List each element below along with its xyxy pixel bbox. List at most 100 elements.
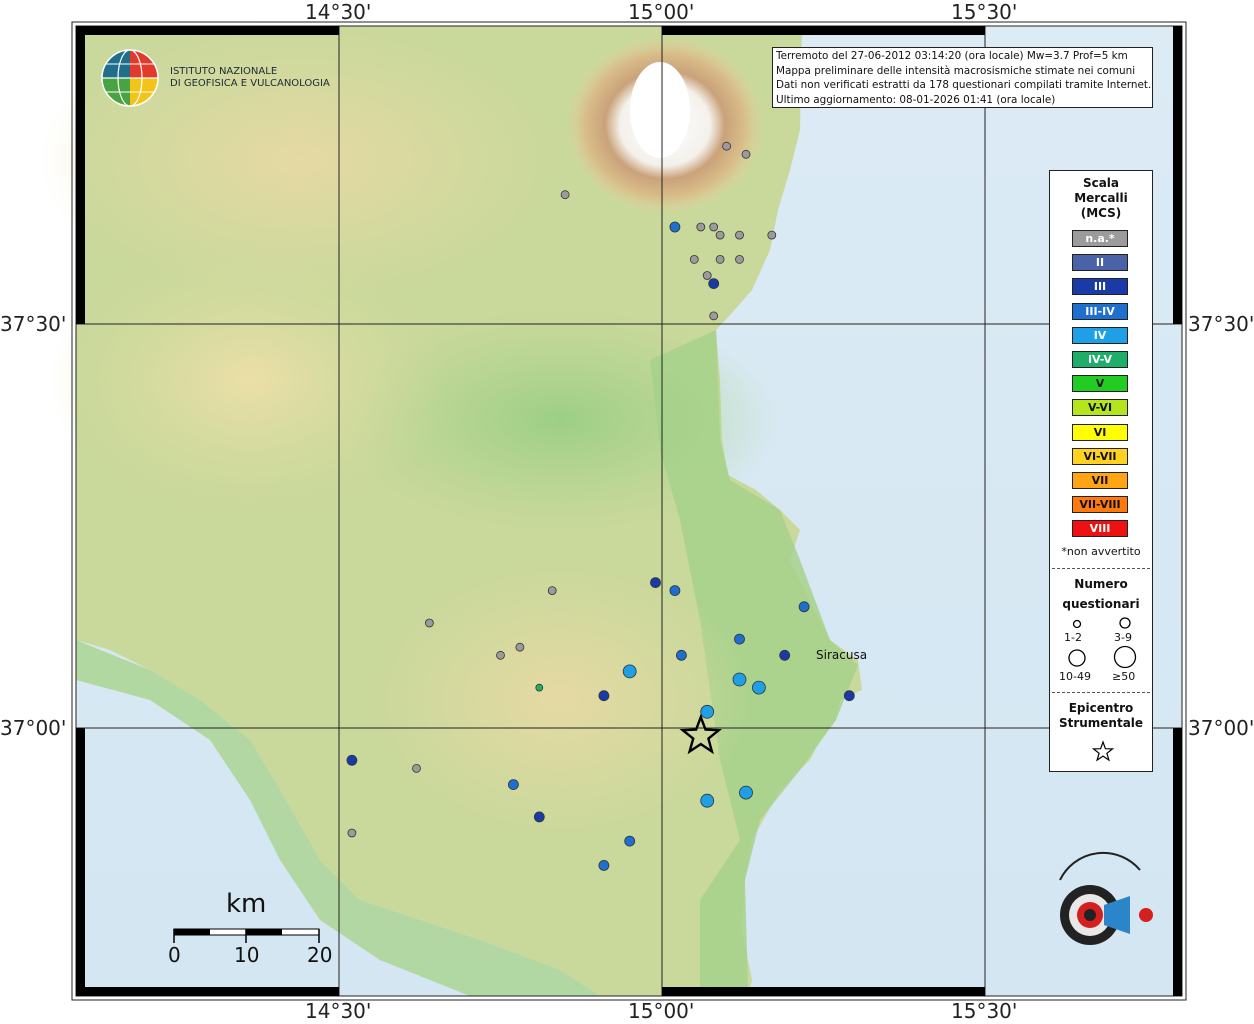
hills-centre: [50, 240, 450, 520]
observation-point[interactable]: [708, 278, 720, 290]
lat-label-right-3730: 37°30': [1188, 312, 1254, 336]
event-info-line4: Ultimo aggiornamento: 08-01-2026 01:41 (…: [776, 93, 1056, 106]
epicenter-title-line1: Epicentro: [1068, 701, 1134, 715]
observation-point[interactable]: [515, 642, 525, 652]
event-info-box: Terremoto del 27-06-2012 03:14:20 (ora l…: [772, 47, 1153, 108]
observation-point[interactable]: [767, 230, 777, 240]
legend-title-line1: Scala: [1082, 176, 1120, 190]
legend-separator-2: [1052, 692, 1150, 693]
lon-label-top-1500: 15°00': [628, 0, 695, 24]
ingv-name-line1: ISTITUTO NAZIONALE: [170, 66, 278, 77]
observation-point[interactable]: [669, 585, 681, 596]
epicenter-legend-star-icon: [1091, 740, 1115, 762]
legend-swatch-iii-iv: III-IV: [1072, 302, 1128, 320]
observation-point[interactable]: [702, 271, 712, 280]
legend-swatch-v: V: [1072, 375, 1128, 393]
observation-point[interactable]: [412, 764, 421, 773]
observation-point[interactable]: [547, 586, 557, 595]
lat-label-left-3730: 37°30': [0, 312, 67, 336]
observation-point[interactable]: [734, 633, 745, 645]
legend-title-line3: (MCS): [1080, 206, 1122, 220]
observation-point[interactable]: [798, 601, 810, 613]
observation-point[interactable]: [598, 690, 610, 702]
observation-point[interactable]: [700, 793, 715, 808]
legend-title: Scala Mercalli (MCS): [1050, 176, 1152, 221]
observation-point[interactable]: [347, 828, 357, 838]
legend-swatch-viii: VIII: [1072, 520, 1128, 538]
observation-point[interactable]: [560, 190, 570, 200]
legend-swatch-iv: IV: [1072, 326, 1128, 344]
lon-label-top-1430: 14°30': [305, 0, 372, 24]
count-title-line1: Numero: [1074, 577, 1128, 591]
lat-label-left-3700: 37°00': [0, 716, 67, 740]
observation-point[interactable]: [346, 754, 358, 766]
legend-separator-1: [1052, 568, 1150, 569]
legend-swatch-iii: III: [1072, 278, 1128, 296]
observation-point[interactable]: [735, 230, 744, 240]
observation-point[interactable]: [709, 311, 719, 321]
observation-point[interactable]: [843, 690, 855, 702]
legend-swatch-ii: II: [1072, 254, 1128, 272]
lon-label-bottom-1500: 15°00': [628, 999, 695, 1023]
ingv-logo-icon: [101, 49, 159, 107]
event-info-line1: Terremoto del 27-06-2012 03:14:20 (ora l…: [776, 50, 1128, 62]
observation-point[interactable]: [779, 649, 791, 661]
observation-point[interactable]: [715, 230, 725, 240]
count-symbol-1-2: [1072, 619, 1082, 629]
observation-point[interactable]: [535, 683, 544, 692]
count-label-10-49: 10-49: [1059, 670, 1091, 683]
observation-point[interactable]: [715, 254, 725, 264]
legend-title-line2: Mercalli: [1074, 191, 1128, 205]
observation-point[interactable]: [696, 222, 706, 232]
observation-point[interactable]: [732, 672, 747, 687]
lat-label-right-3700: 37°00': [1188, 716, 1254, 740]
count-symbol-50: [1113, 645, 1137, 669]
legend-swatch-vi-vii: VI-VII: [1072, 447, 1128, 465]
observation-point[interactable]: [676, 649, 687, 661]
count-label-3-9: 3-9: [1114, 631, 1132, 644]
observation-point[interactable]: [508, 779, 519, 790]
scale-tick-10: 10: [234, 943, 260, 967]
legend-swatch-n-a: n.a.*: [1072, 230, 1128, 247]
lon-label-bottom-1530: 15°30': [951, 999, 1018, 1023]
ingv-name: ISTITUTO NAZIONALE DI GEOFISICA E VULCAN…: [170, 66, 330, 90]
count-title-line2: questionari: [1062, 597, 1140, 611]
observation-point[interactable]: [689, 254, 699, 264]
observation-point[interactable]: [700, 704, 715, 719]
observation-point[interactable]: [752, 680, 766, 695]
legend-swatch-vii: VII: [1072, 472, 1128, 489]
lon-label-top-1530: 15°30': [951, 0, 1018, 24]
mcs-legend: Scala Mercalli (MCS) n.a.* II III III-IV IV I…: [1049, 170, 1153, 772]
observation-point[interactable]: [533, 811, 545, 823]
scale-tick-0: 0: [168, 943, 181, 967]
observation-point[interactable]: [650, 577, 661, 588]
iblei-plateau: [370, 560, 750, 840]
count-label-50: ≥50: [1112, 670, 1136, 683]
epicenter-legend-symbol: [1091, 740, 1115, 762]
observation-point[interactable]: [735, 254, 744, 264]
observation-point[interactable]: [424, 618, 434, 628]
count-symbols: [1068, 617, 1137, 669]
observation-point[interactable]: [624, 835, 636, 847]
place-label-siracusa: Siracusa: [816, 648, 868, 662]
legend-swatch-v-vi: V-VI: [1072, 399, 1128, 417]
legend-swatch-vi: VI: [1072, 423, 1128, 441]
count-symbol-3-9: [1119, 617, 1131, 629]
count-symbol-10-49: [1068, 649, 1086, 667]
legend-swatch-iv-v: IV-V: [1072, 351, 1128, 368]
event-info-line2: Mappa preliminare delle intensità macros…: [776, 64, 1136, 77]
observation-point[interactable]: [496, 650, 505, 660]
observation-point[interactable]: [669, 221, 681, 233]
observation-point[interactable]: [722, 141, 731, 151]
etna-summit: [630, 62, 690, 158]
observation-point[interactable]: [741, 149, 751, 159]
not-felt-note: *non avvertito: [1061, 545, 1141, 558]
lon-label-bottom-1430: 14°30': [305, 999, 372, 1023]
ingv-name-line2: DI GEOFISICA E VULCANOLOGIA: [170, 78, 330, 89]
observation-point[interactable]: [739, 785, 753, 800]
observation-point[interactable]: [709, 222, 719, 232]
event-info-line3: Dati non verificati estratti da 178 ques…: [776, 79, 1152, 91]
observation-point[interactable]: [622, 664, 637, 679]
count-label-1-2: 1-2: [1064, 631, 1082, 644]
observation-point[interactable]: [598, 860, 610, 871]
